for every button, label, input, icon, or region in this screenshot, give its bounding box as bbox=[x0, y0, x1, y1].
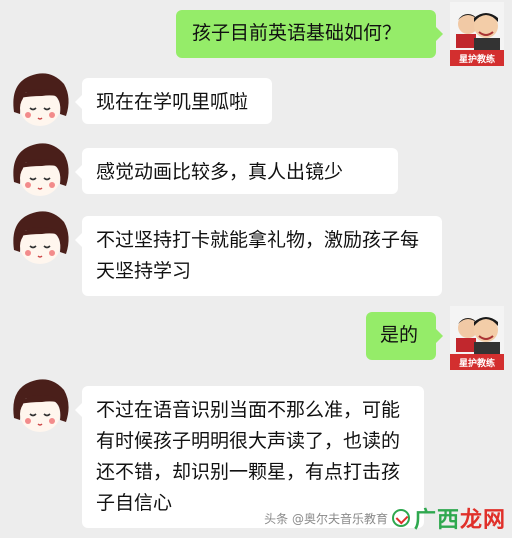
watermark-brand-green: 广西 bbox=[413, 508, 460, 533]
message-text: 不过在语音识别当面不那么准，可能有时候孩子明明很大声读了，也读的还不错，却识别一… bbox=[96, 399, 401, 514]
message-text: 感觉动画比较多，真人出镜少 bbox=[96, 161, 344, 183]
watermark-brand-red: 龙网 bbox=[459, 508, 506, 533]
message-bubble-left[interactable]: 现在在学叽里呱啦 bbox=[75, 78, 272, 124]
watermark-source: 头条 @奥尔夫音乐教育 bbox=[264, 511, 388, 526]
message-row-3: 感觉动画比较多，真人出镜少 bbox=[0, 138, 512, 202]
teacher-avatar-icon: 星护教练 bbox=[450, 306, 504, 370]
teacher-badge-text: 星护教练 bbox=[459, 53, 495, 65]
message-text: 现在在学叽里呱啦 bbox=[96, 91, 249, 113]
teacher-badge-text: 星护教练 bbox=[459, 357, 495, 369]
watermark: 头条 @奥尔夫音乐教育 广西龙网 bbox=[264, 502, 506, 534]
parent-avatar[interactable] bbox=[8, 374, 72, 438]
message-text: 孩子目前英语基础如何？ bbox=[192, 22, 402, 44]
message-row-5: 是的 星护教练 bbox=[0, 302, 512, 370]
watermark-brand: 广西龙网 bbox=[414, 502, 506, 534]
message-row-4: 不过坚持打卡就能拿礼物，激励孩子每天坚持学习 bbox=[0, 206, 512, 296]
message-text: 不过坚持打卡就能拿礼物，激励孩子每天坚持学习 bbox=[96, 229, 420, 282]
chat-conversation: 孩子目前英语基础如何？ 星护教练 现在在学叽里呱啦 感觉动画比较多，真人出镜少 … bbox=[0, 0, 512, 538]
teacher-avatar[interactable]: 星护教练 bbox=[450, 306, 504, 370]
message-row-2: 现在在学叽里呱啦 bbox=[0, 68, 512, 132]
girl-avatar-icon bbox=[13, 73, 69, 126]
teacher-avatar-icon: 星护教练 bbox=[450, 2, 504, 66]
brand-logo-icon bbox=[391, 509, 410, 527]
parent-avatar[interactable] bbox=[8, 138, 72, 202]
message-bubble-left[interactable]: 感觉动画比较多，真人出镜少 bbox=[75, 148, 398, 194]
girl-avatar-icon bbox=[13, 143, 69, 196]
message-bubble-right[interactable]: 孩子目前英语基础如何？ bbox=[176, 10, 443, 58]
parent-avatar[interactable] bbox=[8, 68, 72, 132]
girl-avatar-icon bbox=[13, 379, 69, 432]
message-row-1: 孩子目前英语基础如何？ 星护教练 bbox=[0, 2, 512, 66]
message-bubble-left[interactable]: 不过坚持打卡就能拿礼物，激励孩子每天坚持学习 bbox=[75, 216, 442, 296]
message-text: 是的 bbox=[380, 324, 419, 346]
girl-avatar-icon bbox=[13, 211, 69, 264]
parent-avatar[interactable] bbox=[8, 206, 72, 270]
message-bubble-right[interactable]: 是的 bbox=[366, 312, 443, 360]
teacher-avatar[interactable]: 星护教练 bbox=[450, 2, 504, 66]
